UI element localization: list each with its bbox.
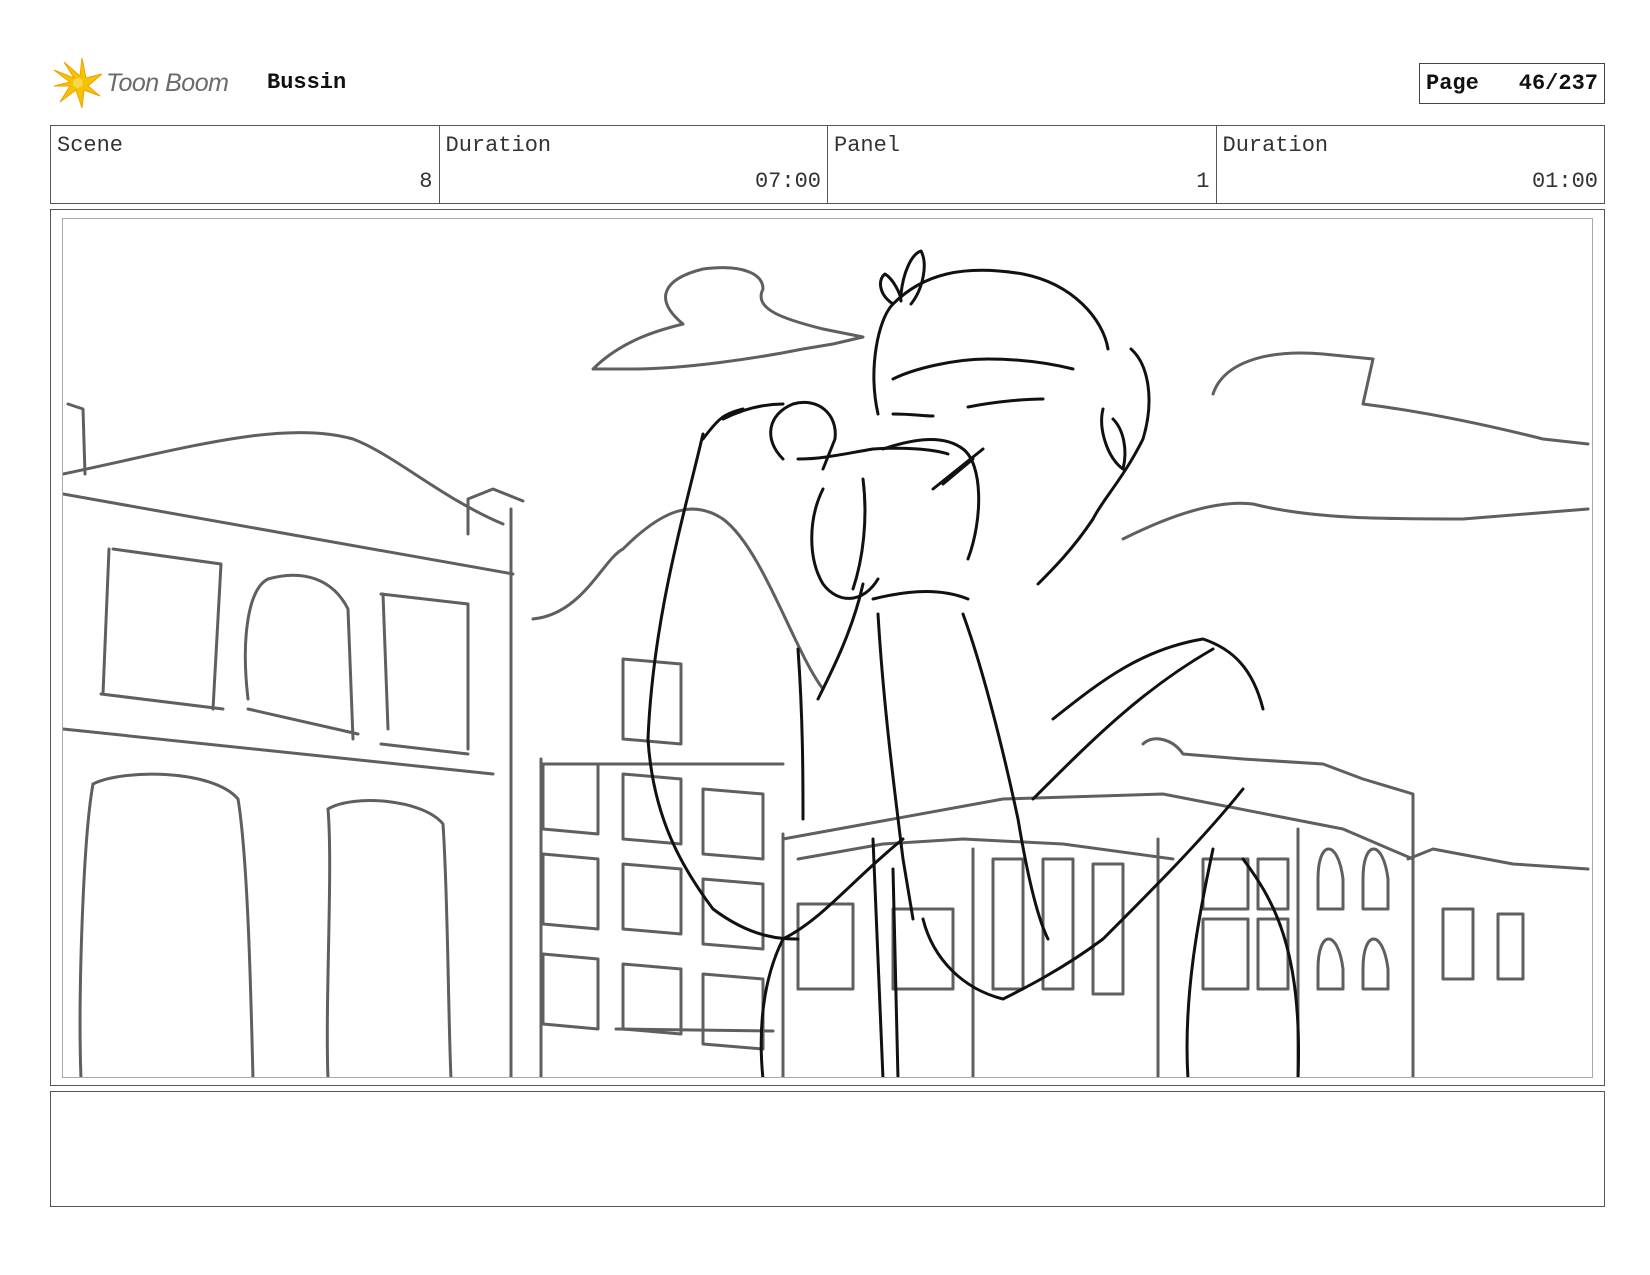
page-label: Page xyxy=(1426,71,1479,96)
panel-duration-cell: Duration 01:00 xyxy=(1217,126,1605,203)
scene-value: 8 xyxy=(419,169,433,194)
scene-duration-value: 07:00 xyxy=(754,169,821,194)
storyboard-panel xyxy=(50,209,1605,1086)
notes-text xyxy=(51,1092,1604,1108)
scene-duration-label: Duration xyxy=(445,133,552,158)
toon-boom-logo: Toon Boom xyxy=(52,56,229,110)
panel-image-area xyxy=(62,218,1593,1078)
page-number: 46/237 xyxy=(1518,71,1598,96)
scene-cell: Scene 8 xyxy=(51,126,440,203)
logo-text: Toon Boom xyxy=(106,68,229,97)
toon-boom-burst-icon xyxy=(53,57,103,109)
scene-label: Scene xyxy=(57,133,124,158)
panel-cell: Panel 1 xyxy=(828,126,1217,203)
panel-value: 1 xyxy=(1196,169,1210,194)
panel-duration-label: Duration xyxy=(1222,133,1329,158)
scene-duration-cell: Duration 07:00 xyxy=(440,126,828,203)
panel-duration-value: 01:00 xyxy=(1531,169,1598,194)
project-name: Bussin xyxy=(267,70,347,95)
storyboard-sketch-image xyxy=(63,249,1590,1077)
panel-label: Panel xyxy=(834,133,901,158)
page-indicator: Page 46/237 xyxy=(1419,63,1605,104)
panel-notes xyxy=(50,1091,1605,1207)
scene-info-table: Scene 8 Duration 07:00 Panel 1 Duration … xyxy=(50,125,1605,204)
